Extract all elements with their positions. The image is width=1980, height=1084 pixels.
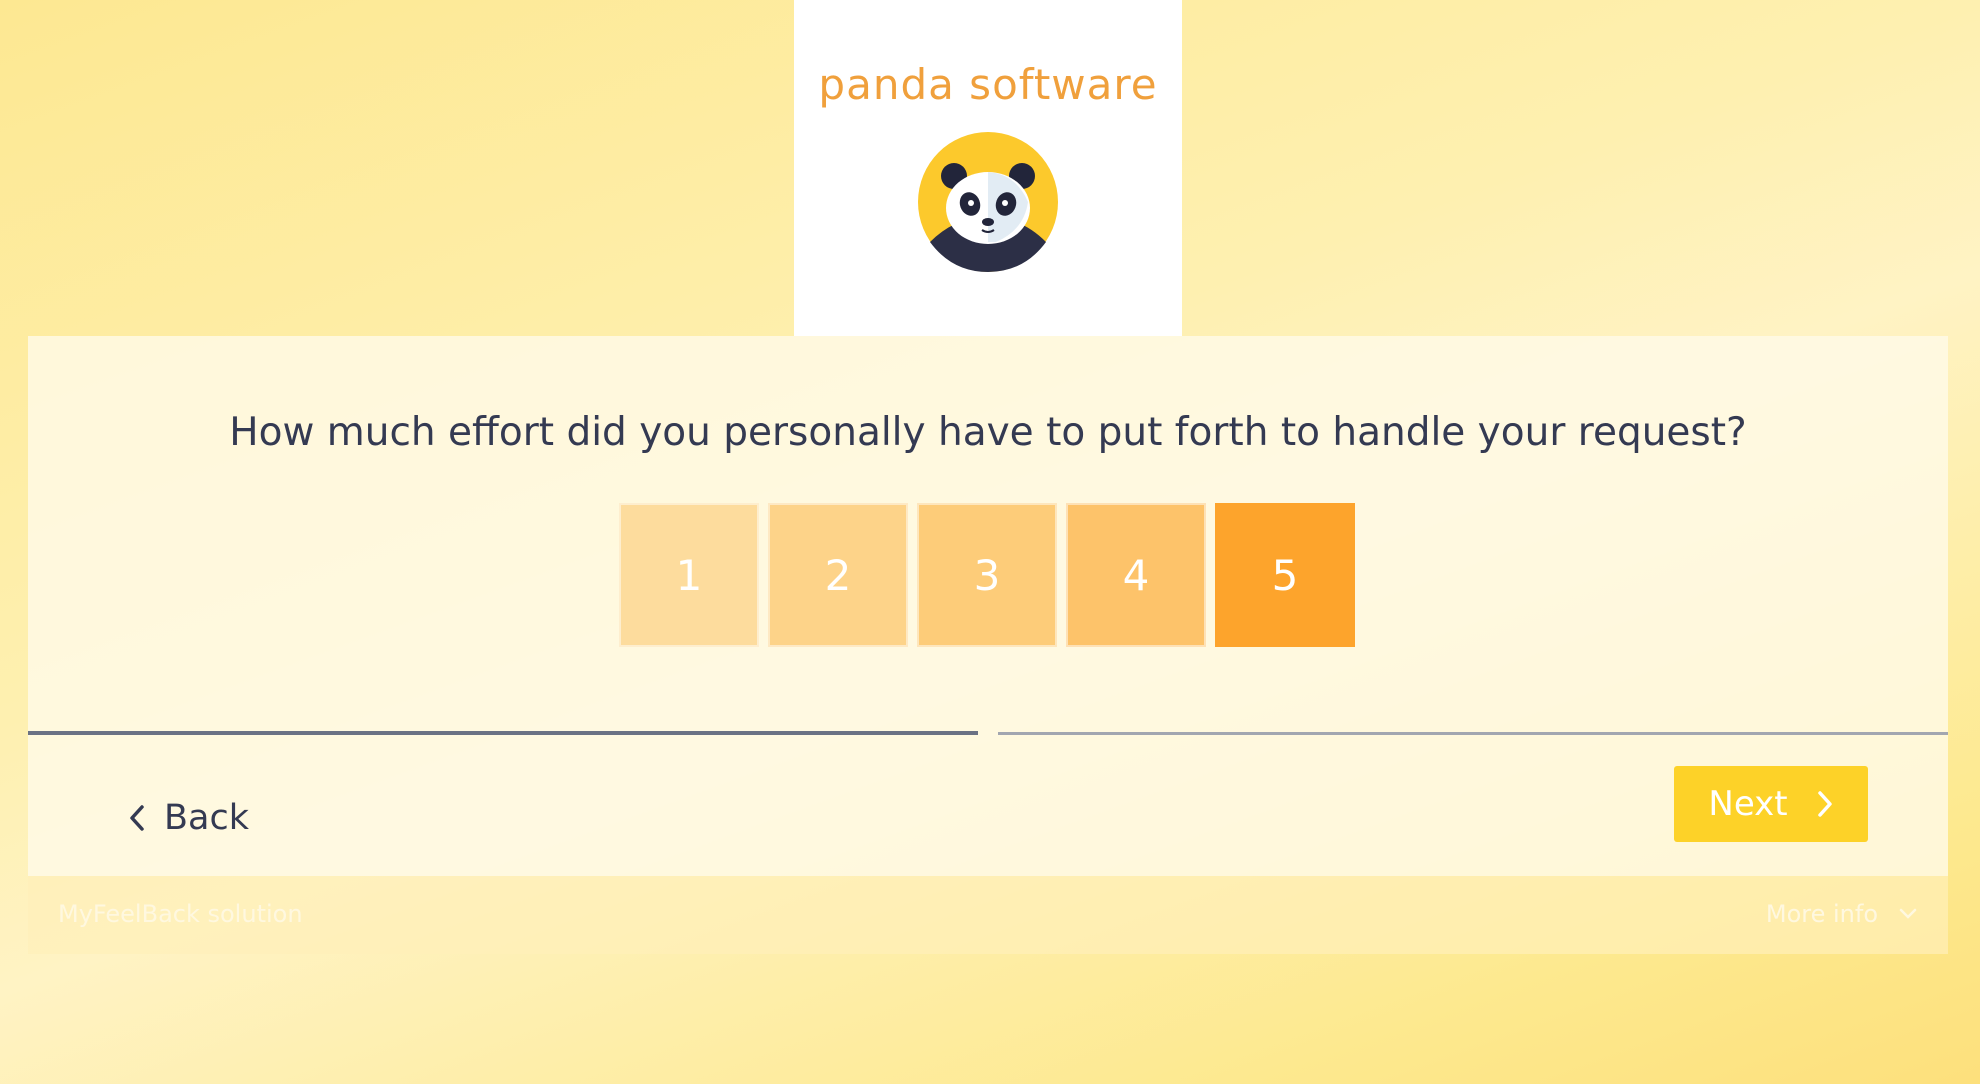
rating-option-4[interactable]: 4 (1066, 503, 1206, 647)
footer-brand-link[interactable]: MyFeelBack solution (58, 900, 303, 928)
back-button[interactable]: Back (128, 788, 249, 848)
next-button[interactable]: Next (1674, 766, 1868, 842)
survey-card: How much effort did you personally have … (28, 336, 1948, 876)
rating-option-5[interactable]: 5 (1215, 503, 1355, 647)
chevron-down-icon (1899, 908, 1917, 919)
rating-option-3[interactable]: 3 (917, 503, 1057, 647)
more-info-label: More info (1765, 900, 1878, 928)
panda-icon (918, 132, 1058, 272)
back-button-label: Back (164, 798, 249, 838)
rating-scale: 1 2 3 4 5 (619, 503, 1355, 647)
rating-option-1[interactable]: 1 (619, 503, 759, 647)
footer: MyFeelBack solution More info (28, 876, 1948, 954)
logo-brand-text: panda software (818, 60, 1158, 109)
chevron-left-icon (130, 805, 144, 831)
progress-bar-remaining (998, 732, 1948, 735)
chevron-right-icon (1817, 791, 1832, 817)
next-button-label: Next (1708, 784, 1788, 824)
more-info-toggle[interactable]: More info (1766, 900, 1918, 928)
survey-question: How much effort did you personally have … (229, 410, 1747, 455)
rating-option-2[interactable]: 2 (768, 503, 908, 647)
logo: panda software (794, 0, 1182, 336)
progress-bar-completed (28, 731, 978, 735)
